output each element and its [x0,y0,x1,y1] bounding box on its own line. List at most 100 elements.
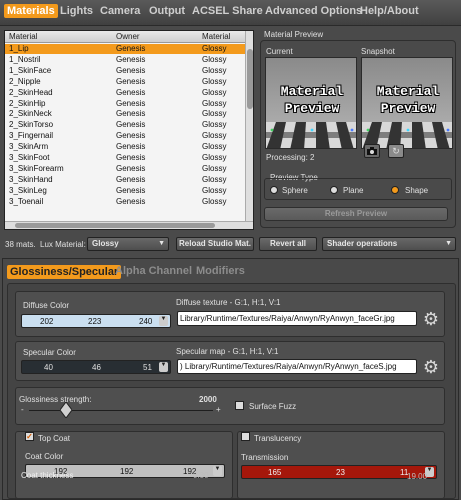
table-row[interactable]: 3_Toenail Genesis Glossy [5,197,247,207]
radio-sphere[interactable] [270,186,278,194]
menu-materials[interactable]: Materials [4,4,58,18]
cell-owner: Genesis [116,76,146,86]
shader-operations-dropdown[interactable]: Shader operations ▼ [322,237,456,251]
processing-status: Processing: 2 [266,153,315,162]
table-row[interactable]: 3_SkinFoot Genesis Glossy [5,153,247,163]
reload-studio-mat-button[interactable]: Reload Studio Mat. [176,237,254,251]
diffuse-texture-path[interactable]: Library/Runtime/Textures/Raiya/Anwyn/RyA… [177,311,417,326]
diffuse-gear-icon[interactable]: ⚙ [421,309,441,329]
material-table[interactable]: Material Owner Material 1_Lip Genesis Glos… [4,30,254,230]
cell-material-type: Glossy [202,65,227,75]
cell-owner: Genesis [116,196,146,206]
cell-owner: Genesis [116,163,146,173]
refresh-preview-button[interactable]: Refresh Preview [264,207,448,221]
lux-material-label: Lux Material: [40,240,86,249]
material-preview-title: Material Preview [264,30,324,39]
tab-alpha-channel[interactable]: Alpha Channel [115,265,192,277]
glossiness-value: 2000 [199,395,217,404]
cell-material: 1_Nostril [9,54,41,64]
cell-owner: Genesis [116,44,146,53]
surface-fuzz-checkbox[interactable] [235,401,244,410]
cell-material: 3_SkinForearm [9,163,64,173]
cell-owner: Genesis [116,87,146,97]
refresh-snapshot-button[interactable]: ↻ [388,144,404,158]
table-row[interactable]: 1_Lip Genesis Glossy [5,44,247,54]
cell-material-type: Glossy [202,142,227,152]
menu-help-about[interactable]: Help/About [360,5,419,17]
diffuse-b: 240 [139,317,153,326]
table-row[interactable]: 3_SkinHand Genesis Glossy [5,175,247,185]
cell-material-type: Glossy [202,174,227,184]
cell-material-type: Glossy [202,87,227,97]
tab-modifiers[interactable]: Modifiers [196,265,245,277]
header-owner[interactable]: Owner [116,32,140,41]
cell-owner: Genesis [116,65,146,75]
cell-material: 2_SkinHip [9,98,46,108]
radio-plane[interactable] [330,186,338,194]
translucency-checkbox[interactable] [241,432,250,441]
radio-sphere-label: Sphere [282,186,308,195]
menu-lights[interactable]: Lights [60,5,93,17]
table-row[interactable]: 3_SkinForearm Genesis Glossy [5,164,247,174]
horizontal-scrollbar[interactable] [5,221,253,229]
lux-material-dropdown[interactable]: Glossy ▼ [87,237,169,251]
material-count: 38 mats. [5,240,36,249]
header-material-type[interactable]: Material [202,32,230,41]
camera-icon [367,147,377,155]
vertical-scroll-thumb[interactable] [247,49,253,109]
menu-advanced-options[interactable]: Advanced Options [265,5,362,17]
diffuse-color-picker[interactable]: 202 223 240 ▼ [21,314,171,328]
top-coat-checkbox[interactable]: ✓ [25,432,34,441]
refresh-icon: ↻ [392,146,400,156]
table-row[interactable]: 3_Fingernail Genesis Glossy [5,131,247,141]
menu-camera[interactable]: Camera [100,5,140,17]
glossiness-slider-track[interactable] [29,410,213,411]
current-label: Current [266,47,293,56]
header-material[interactable]: Material [9,32,37,41]
chevron-down-icon[interactable]: ▼ [159,362,168,372]
camera-snapshot-button[interactable] [364,144,380,158]
specular-map-label: Specular map - G:1, H:1, V:1 [176,347,279,356]
table-row[interactable]: 3_SkinLeg Genesis Glossy [5,186,247,196]
snapshot-preview-text-1: Material [376,84,440,99]
table-row[interactable]: 2_SkinHead Genesis Glossy [5,88,247,98]
material-settings-panel: Glossiness/Specular Alpha Channel Modifi… [2,258,459,500]
vertical-scrollbar[interactable] [245,31,253,223]
horizontal-scroll-thumb[interactable] [15,223,215,228]
chevron-down-icon: ▼ [445,240,452,247]
revert-all-button[interactable]: Revert all [259,237,317,251]
shader-operations-label: Shader operations [327,239,398,248]
glossiness-max: + [216,405,221,414]
table-row[interactable]: 2_Nipple Genesis Glossy [5,77,247,87]
translucency-label: Translucency [254,434,302,443]
glossiness-slider-thumb[interactable] [59,402,72,418]
table-row[interactable]: 1_Nostril Genesis Glossy [5,55,247,65]
cell-material: 2_SkinNeck [9,109,52,119]
glossiness-section [15,387,445,425]
menu-output[interactable]: Output [149,5,185,17]
table-row[interactable]: 2_SkinTorso Genesis Glossy [5,120,247,130]
specular-gear-icon[interactable]: ⚙ [421,357,441,377]
table-row[interactable]: 2_SkinNeck Genesis Glossy [5,109,247,119]
radio-shape[interactable] [391,186,399,194]
specular-map-path[interactable]: ) Library/Runtime/Textures/Raiya/Anwyn/R… [177,359,417,374]
current-preview-text-2: Preview [284,101,340,116]
menu-acsel-share[interactable]: ACSEL Share [192,5,263,17]
coat-g: 192 [120,467,134,476]
cell-owner: Genesis [116,98,146,108]
diffuse-g: 223 [88,317,102,326]
specular-color-picker[interactable]: 40 46 51 ▼ [21,360,171,374]
chevron-down-icon[interactable]: ▼ [159,316,168,326]
cell-material: 3_SkinFoot [9,153,50,162]
snapshot-preview-image: Material Preview [361,57,453,149]
table-row[interactable]: 2_SkinHip Genesis Glossy [5,99,247,109]
chevron-down-icon[interactable]: ▼ [213,466,222,476]
diffuse-r: 202 [40,317,54,326]
table-row[interactable]: 1_SkinFace Genesis Glossy [5,66,247,76]
specular-r: 40 [44,363,53,372]
cell-material: 3_Fingernail [9,131,54,141]
table-row[interactable]: 3_SkinArm Genesis Glossy [5,142,247,152]
transmission-g: 23 [336,468,345,477]
tab-glossiness-specular[interactable]: Glossiness/Specular [7,265,122,279]
cell-owner: Genesis [116,109,146,119]
